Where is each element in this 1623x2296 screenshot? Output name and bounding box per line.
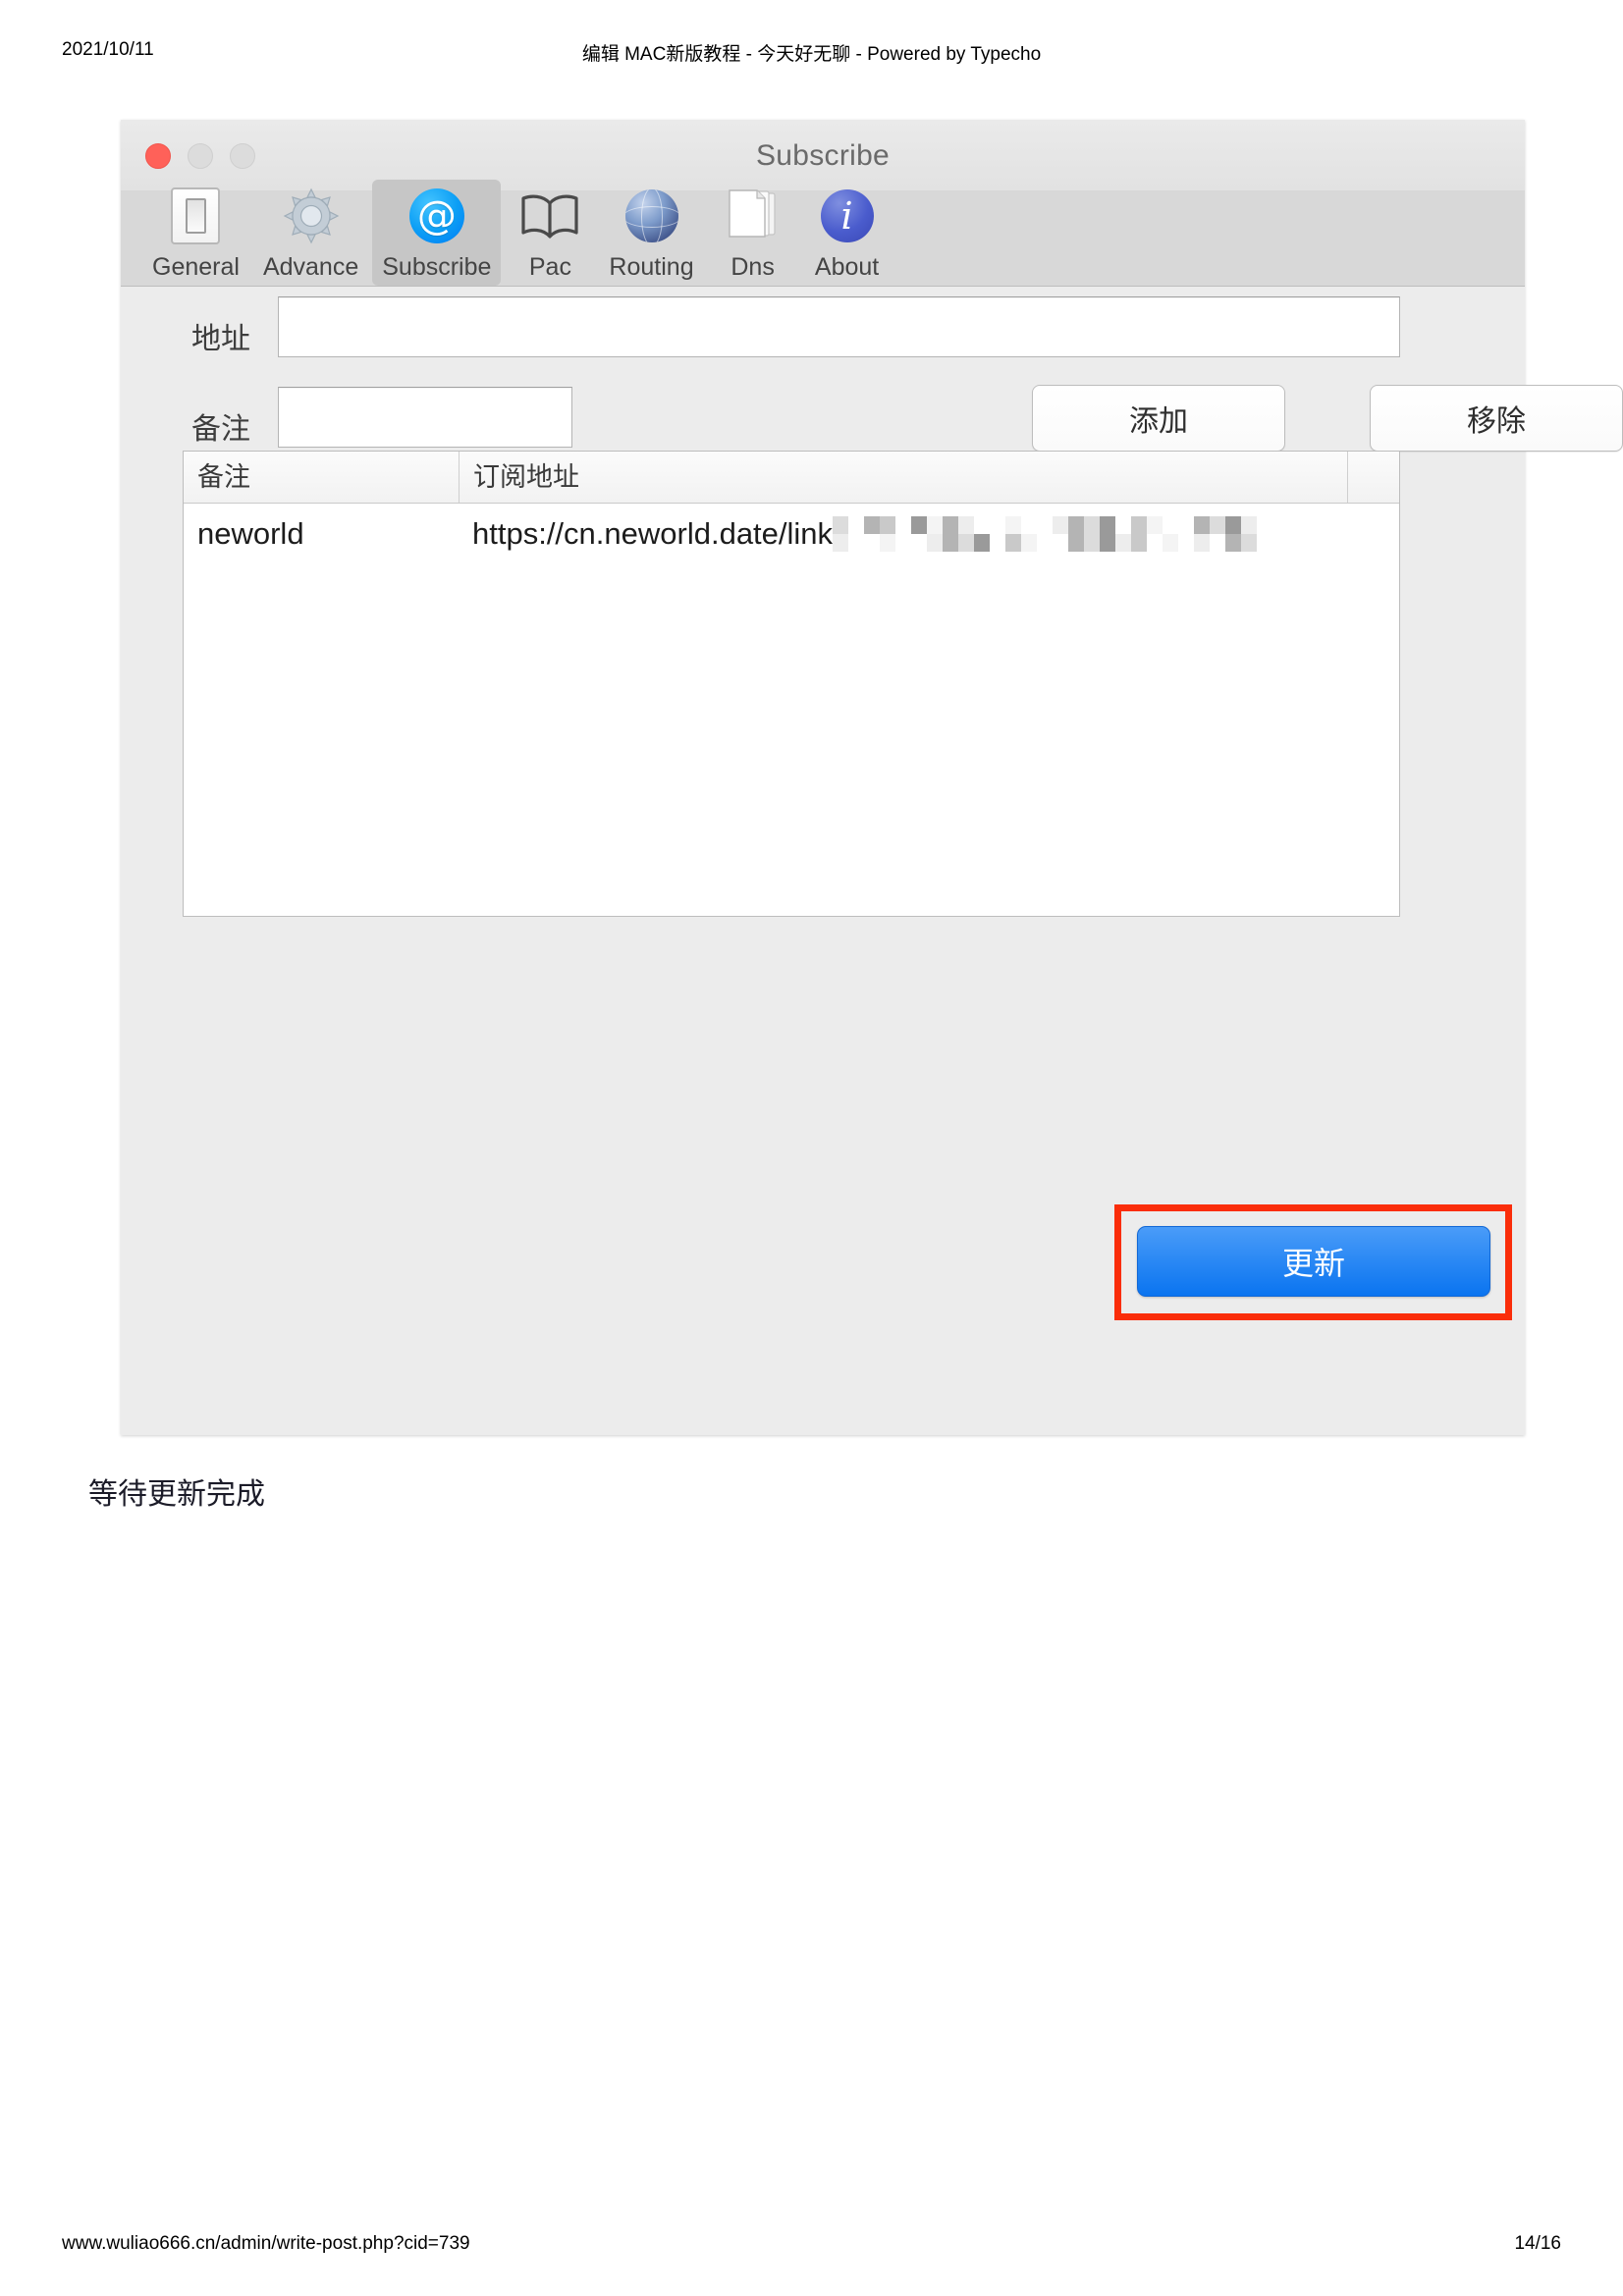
light-switch-icon <box>165 186 226 246</box>
footer-url: www.wuliao666.cn/admin/write-post.php?ci… <box>62 2233 470 2254</box>
gear-icon <box>281 186 342 246</box>
toolbar-tab-pac[interactable]: Pac <box>505 180 595 286</box>
globe-icon <box>622 186 682 246</box>
table-header-url[interactable]: 订阅地址 <box>459 452 1347 503</box>
address-input[interactable] <box>278 296 1400 357</box>
toolbar-tab-advance-label: Advance <box>262 253 359 281</box>
redacted-url-mosaic <box>833 515 1258 552</box>
toolbar-tab-about-label: About <box>814 253 880 281</box>
toolbar-tab-routing-label: Routing <box>609 253 694 281</box>
toolbar-tab-dns[interactable]: Dns <box>708 180 798 286</box>
documents-icon <box>723 186 784 246</box>
toolbar-tab-subscribe[interactable]: @ Subscribe <box>372 180 502 286</box>
at-sign-icon: @ <box>406 186 467 246</box>
preferences-toolbar: General Advance @ Subscribe Pac Routing … <box>121 180 1525 287</box>
table-header-row: 备注 订阅地址 <box>184 452 1399 504</box>
footer-page-number: 14/16 <box>1514 2233 1561 2254</box>
table-header-spacer[interactable] <box>1347 452 1399 503</box>
remark-label: 备注 <box>191 413 250 446</box>
subscribe-panel: 地址 备注 添加 移除 备注 订阅地址 neworld https://cn.n… <box>121 287 1623 1435</box>
info-circle-icon: i <box>817 186 878 246</box>
toolbar-tab-subscribe-label: Subscribe <box>382 253 492 281</box>
toolbar-tab-general-label: General <box>152 253 240 281</box>
table-row[interactable]: neworld https://cn.neworld.date/link <box>184 504 1399 564</box>
subscription-table: 备注 订阅地址 neworld https://cn.neworld.date/… <box>183 451 1400 917</box>
row-url: https://cn.neworld.date/link <box>459 504 1401 564</box>
row-remark: neworld <box>197 516 304 551</box>
document-title: 编辑 MAC新版教程 - 今天好无聊 - Powered by Typecho <box>581 44 1042 65</box>
address-label: 地址 <box>191 323 250 355</box>
remove-button[interactable]: 移除 <box>1370 385 1623 452</box>
update-button[interactable]: 更新 <box>1137 1226 1490 1297</box>
add-button[interactable]: 添加 <box>1032 385 1285 452</box>
open-book-icon <box>519 186 580 246</box>
toolbar-tab-about[interactable]: i About <box>802 180 893 286</box>
toolbar-tab-general[interactable]: General <box>142 180 249 286</box>
toolbar-tab-advance[interactable]: Advance <box>253 180 368 286</box>
toolbar-tab-pac-label: Pac <box>528 253 571 281</box>
row-url-text: https://cn.neworld.date/link <box>472 516 834 551</box>
page-footer: www.wuliao666.cn/admin/write-post.php?ci… <box>0 2233 1623 2263</box>
instruction-caption: 等待更新完成 <box>88 1478 265 1511</box>
toolbar-tab-dns-label: Dns <box>730 253 775 281</box>
remark-input[interactable] <box>278 387 572 448</box>
table-header-remark[interactable]: 备注 <box>184 452 459 503</box>
subscribe-window: Subscribe General Advance @ Subscribe Pa… <box>121 120 1623 1435</box>
table-body: neworld https://cn.neworld.date/link <box>184 504 1399 916</box>
toolbar-tab-routing[interactable]: Routing <box>599 180 703 286</box>
page-header: 2021/10/11 编辑 MAC新版教程 - 今天好无聊 - Powered … <box>0 39 1623 69</box>
